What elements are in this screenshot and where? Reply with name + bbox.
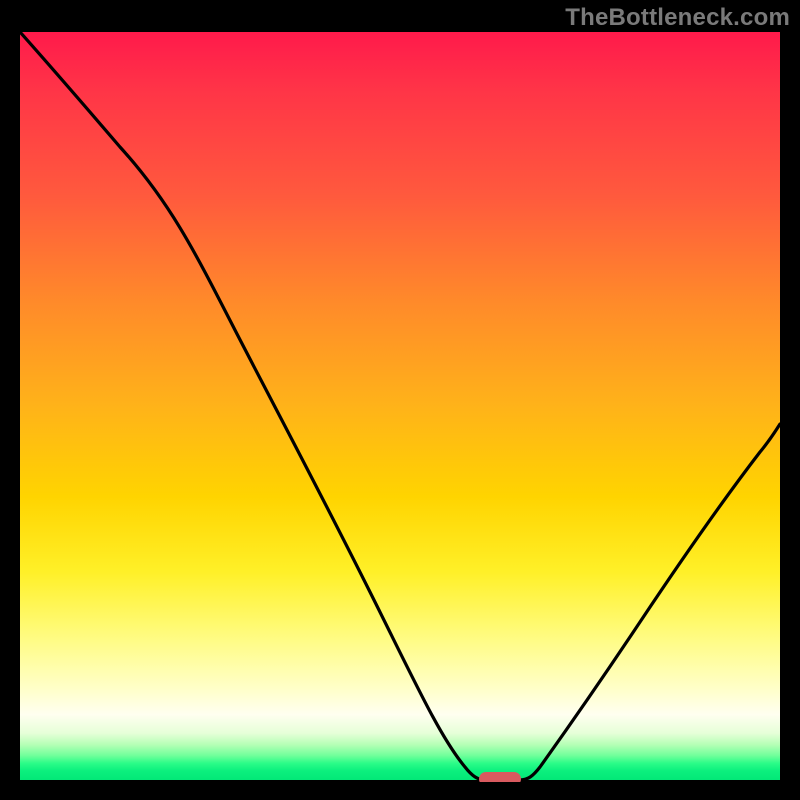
curve-svg [20,32,780,782]
watermark-text: TheBottleneck.com [565,4,790,32]
x-axis-baseline [20,780,780,782]
optimal-marker [479,772,521,782]
plot-area [20,32,780,782]
bottleneck-curve [20,32,780,780]
chart-frame: TheBottleneck.com [0,0,800,800]
